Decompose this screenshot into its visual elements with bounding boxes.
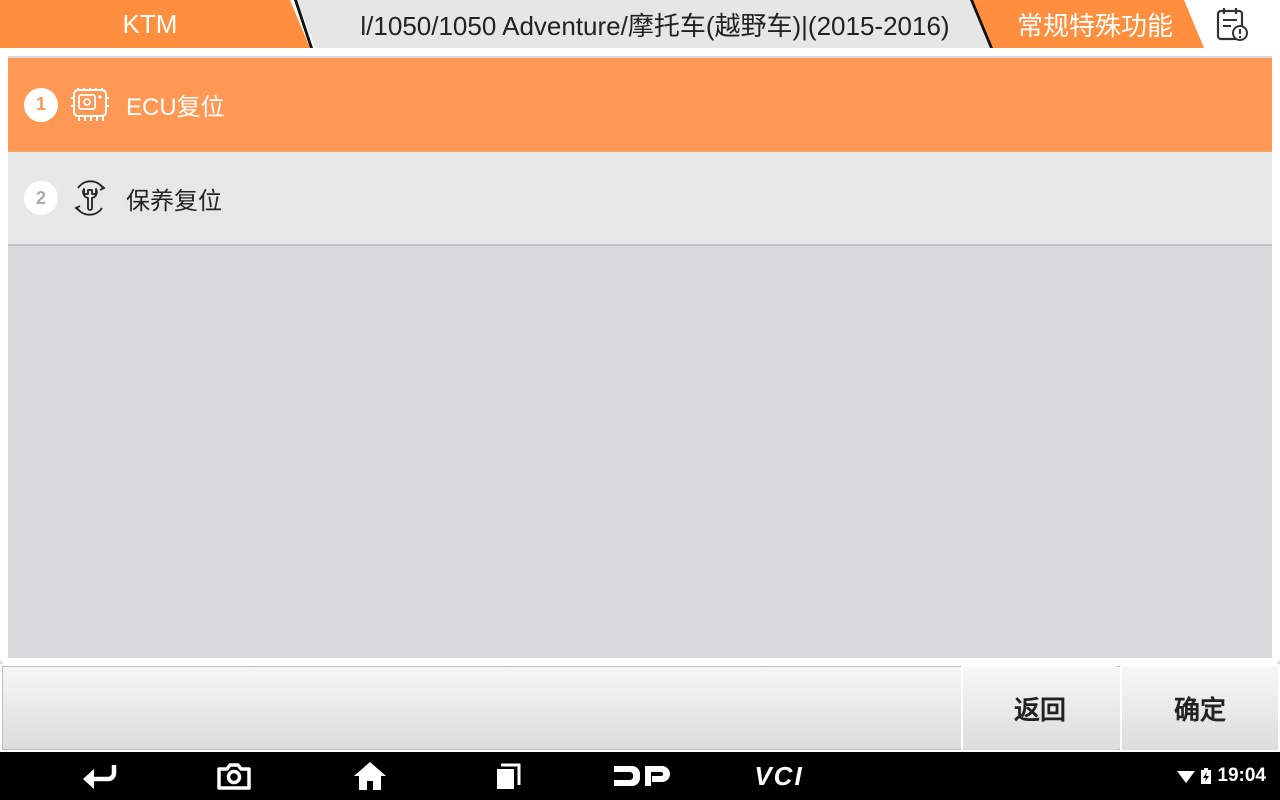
breadcrumb-separator (294, 0, 313, 48)
breadcrumb-model-label: l/1050/1050 Adventure/摩托车(越野车)|(2015-201… (360, 10, 950, 41)
clock: 19:04 (1217, 765, 1266, 786)
ok-button[interactable]: 确定 (1120, 666, 1278, 750)
item-number: 1 (24, 87, 58, 122)
breadcrumb: KTM l/1050/1050 Adventure/摩托车(越野车)|(2015… (0, 0, 1280, 48)
back-button[interactable]: 返回 (961, 666, 1117, 750)
camera-icon (217, 763, 251, 790)
recent-apps-icon (497, 763, 521, 789)
breadcrumb-model[interactable]: l/1050/1050 Adventure/摩托车(越野车)|(2015-201… (296, 0, 996, 48)
action-bar: 返回 确定 (0, 664, 1280, 752)
breadcrumb-make-label: KTM (122, 8, 178, 39)
wrench-reset-icon (68, 176, 112, 220)
content-panel: 1 ECU复位 2 保养复位 (0, 48, 1280, 664)
nav-dp-button[interactable] (610, 758, 674, 794)
breadcrumb-separator (970, 0, 993, 48)
battery-charging-icon (1201, 768, 1212, 784)
nav-screenshot-button[interactable] (212, 758, 256, 794)
report-button[interactable] (1208, 4, 1256, 44)
report-clock-icon (1216, 8, 1248, 41)
nav-home-button[interactable] (348, 758, 392, 794)
home-icon (354, 762, 386, 790)
ok-button-label: 确定 (1173, 694, 1226, 725)
item-label: ECU复位 (126, 94, 225, 121)
nav-vci-button[interactable]: VCI (746, 758, 812, 794)
list-item-ecu-reset[interactable]: 1 ECU复位 (8, 58, 1272, 152)
dp-logo-icon (614, 766, 670, 786)
breadcrumb-function[interactable]: 常规特殊功能 (972, 0, 1204, 48)
ecu-module-icon (68, 83, 112, 127)
nav-back-button[interactable] (78, 758, 122, 794)
nav-recents-button[interactable] (486, 758, 530, 794)
breadcrumb-function-label: 常规特殊功能 (1016, 10, 1173, 41)
breadcrumb-make[interactable]: KTM (0, 0, 310, 48)
vci-label: VCI (754, 760, 804, 791)
item-number: 2 (24, 181, 58, 215)
list-item-service-reset[interactable]: 2 保养复位 (8, 152, 1272, 246)
status-area: 19:04 (1177, 752, 1266, 800)
back-arrow-icon (83, 765, 117, 789)
function-list: 1 ECU复位 2 保养复位 (8, 56, 1272, 658)
item-label: 保养复位 (126, 187, 222, 215)
wifi-icon (1177, 771, 1196, 783)
back-button-label: 返回 (1013, 694, 1066, 725)
system-nav-bar: VCI 19:04 (0, 752, 1280, 800)
